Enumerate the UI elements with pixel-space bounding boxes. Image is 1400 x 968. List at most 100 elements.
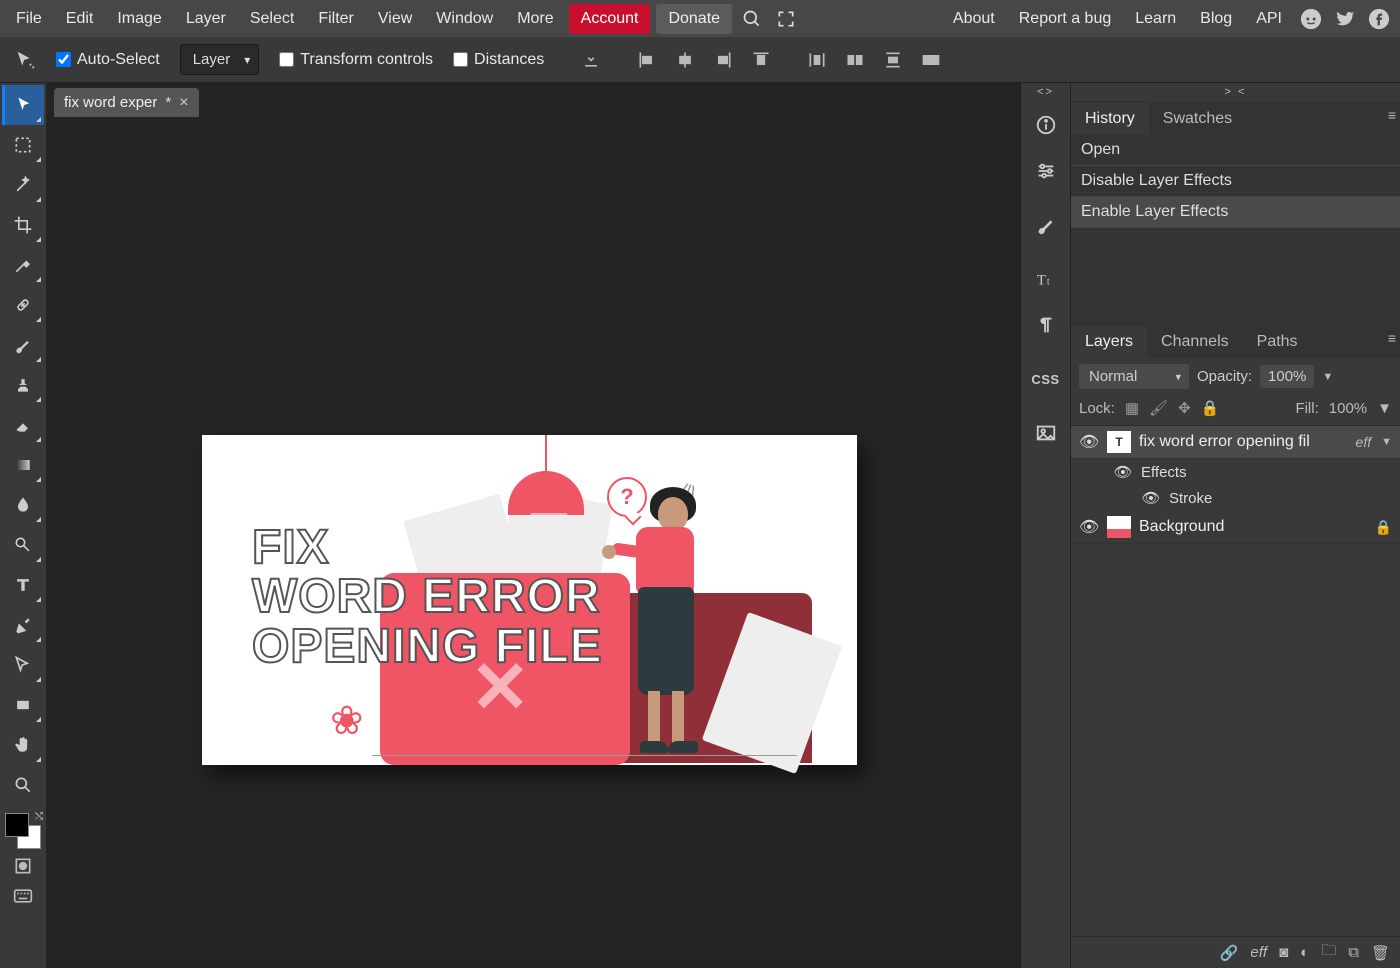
align-right-icon[interactable] <box>706 43 740 77</box>
quickmask-icon[interactable] <box>2 851 44 881</box>
tab-channels[interactable]: Channels <box>1147 326 1243 358</box>
transform-controls-checkbox[interactable]: Transform controls <box>271 51 441 69</box>
fullscreen-icon[interactable] <box>769 4 803 34</box>
layer-thumbnail[interactable]: T <box>1107 431 1131 453</box>
layer-row[interactable]: 👁 T fix word error opening fil eff ▼ <box>1071 426 1400 459</box>
eyedropper-tool[interactable] <box>2 245 44 285</box>
adjustment-layer-icon[interactable]: ◐ <box>1300 944 1309 961</box>
menu-api[interactable]: API <box>1244 4 1294 34</box>
visibility-toggle-icon[interactable]: 👁 <box>1113 463 1133 481</box>
path-select-tool[interactable] <box>2 645 44 685</box>
blur-tool[interactable] <box>2 485 44 525</box>
align-top-icon[interactable] <box>744 43 778 77</box>
hand-tool[interactable] <box>2 725 44 765</box>
menu-window[interactable]: Window <box>424 4 505 34</box>
layer-name[interactable]: fix word error opening fil <box>1139 433 1348 451</box>
distribute-h-icon[interactable] <box>800 43 834 77</box>
visibility-toggle-icon[interactable]: 👁 <box>1141 489 1161 507</box>
tab-history[interactable]: History <box>1071 103 1149 135</box>
layer-effects-icon[interactable]: eff <box>1250 944 1267 961</box>
crop-tool[interactable] <box>2 205 44 245</box>
transform-controls-input[interactable] <box>279 52 294 67</box>
menu-edit[interactable]: Edit <box>54 4 106 34</box>
marquee-tool[interactable] <box>2 125 44 165</box>
type-tool[interactable] <box>2 565 44 605</box>
distribute-v-icon[interactable] <box>876 43 910 77</box>
color-swatches[interactable]: ⤭ <box>3 811 43 851</box>
menu-account[interactable]: Account <box>569 4 651 34</box>
clone-tool[interactable] <box>2 365 44 405</box>
select-scope-dropdown[interactable]: Layer <box>180 44 260 75</box>
gradient-tool[interactable] <box>2 445 44 485</box>
new-group-icon[interactable]: 🗀 <box>1321 940 1336 965</box>
layer-thumbnail[interactable] <box>1107 516 1131 538</box>
layer-row[interactable]: 👁 Background 🔒 <box>1071 511 1400 544</box>
lock-transparency-icon[interactable]: ▦ <box>1125 399 1139 417</box>
history-item[interactable]: Open <box>1071 135 1400 166</box>
menu-about[interactable]: About <box>941 4 1007 34</box>
fill-slider-icon[interactable]: ▼ <box>1377 400 1392 417</box>
menu-image[interactable]: Image <box>105 4 173 34</box>
layer-fx-badge[interactable]: eff <box>1356 434 1372 450</box>
collapse-effects-icon[interactable]: ▼ <box>1381 436 1392 448</box>
distances-input[interactable] <box>453 52 468 67</box>
character-panel-icon[interactable]: Tt <box>1024 257 1068 301</box>
layer-name[interactable]: Background <box>1139 518 1367 536</box>
foreground-color[interactable] <box>5 813 29 837</box>
twitter-icon[interactable] <box>1328 4 1362 34</box>
image-panel-icon[interactable] <box>1024 411 1068 455</box>
close-tab-icon[interactable]: × <box>179 95 188 111</box>
layers-panel-menu-icon[interactable]: ≡ <box>1388 330 1396 346</box>
dodge-tool[interactable] <box>2 525 44 565</box>
document-tab[interactable]: fix word exper * × <box>54 88 199 117</box>
swap-colors-icon[interactable]: ⤭ <box>35 811 43 822</box>
auto-select-checkbox[interactable]: Auto-Select <box>48 51 168 69</box>
brush-panel-icon[interactable] <box>1024 203 1068 247</box>
eraser-tool[interactable] <box>2 405 44 445</box>
collapse-panels-icon[interactable]: > < <box>1071 83 1400 101</box>
adjustments-panel-icon[interactable] <box>1024 149 1068 193</box>
link-layers-icon[interactable]: 🔗 <box>1220 944 1239 962</box>
expand-strip-icon[interactable]: <> <box>1021 83 1070 101</box>
layer-effects-row[interactable]: 👁 Effects <box>1071 459 1400 485</box>
history-item[interactable]: Disable Layer Effects <box>1071 166 1400 197</box>
new-layer-icon[interactable]: ⧉ <box>1348 944 1359 961</box>
distribute-center-icon[interactable] <box>838 43 872 77</box>
menu-donate[interactable]: Donate <box>656 4 732 34</box>
menu-report-bug[interactable]: Report a bug <box>1007 4 1124 34</box>
history-panel-menu-icon[interactable]: ≡ <box>1388 107 1396 123</box>
pen-tool[interactable] <box>2 605 44 645</box>
menu-filter[interactable]: Filter <box>306 4 366 34</box>
delete-layer-icon[interactable]: 🗑 <box>1371 944 1390 962</box>
search-icon[interactable] <box>735 4 769 34</box>
layer-mask-icon[interactable]: ◙ <box>1279 944 1288 961</box>
tab-paths[interactable]: Paths <box>1243 326 1312 358</box>
distances-checkbox[interactable]: Distances <box>445 51 552 69</box>
tab-layers[interactable]: Layers <box>1071 326 1147 358</box>
align-center-h-icon[interactable] <box>668 43 702 77</box>
lock-all-icon[interactable]: 🔒 <box>1201 399 1220 417</box>
lock-pixels-icon[interactable]: 🖌 <box>1149 399 1168 417</box>
auto-select-input[interactable] <box>56 52 71 67</box>
css-panel-icon[interactable]: CSS <box>1024 357 1068 401</box>
tab-swatches[interactable]: Swatches <box>1149 103 1246 135</box>
lock-icon[interactable]: 🔒 <box>1375 519 1392 536</box>
info-panel-icon[interactable] <box>1024 103 1068 147</box>
artboard[interactable]: ✕ / | \ ? ❀ FIX WORD ERROR <box>202 435 857 765</box>
history-item[interactable]: Enable Layer Effects <box>1071 197 1400 228</box>
wand-tool[interactable] <box>2 165 44 205</box>
fill-value[interactable]: 100% <box>1329 400 1367 417</box>
zoom-tool[interactable] <box>2 765 44 805</box>
blend-mode-dropdown[interactable]: Normal <box>1079 364 1189 389</box>
paragraph-panel-icon[interactable] <box>1024 303 1068 347</box>
visibility-toggle-icon[interactable]: 👁 <box>1079 517 1099 537</box>
align-left-icon[interactable] <box>630 43 664 77</box>
healing-tool[interactable] <box>2 285 44 325</box>
menu-select[interactable]: Select <box>238 4 306 34</box>
menu-file[interactable]: File <box>4 4 54 34</box>
visibility-toggle-icon[interactable]: 👁 <box>1079 432 1099 452</box>
brush-tool[interactable] <box>2 325 44 365</box>
opacity-value[interactable]: 100% <box>1260 365 1314 388</box>
canvas-viewport[interactable]: ✕ / | \ ? ❀ FIX WORD ERROR <box>46 117 1020 968</box>
menu-view[interactable]: View <box>366 4 424 34</box>
